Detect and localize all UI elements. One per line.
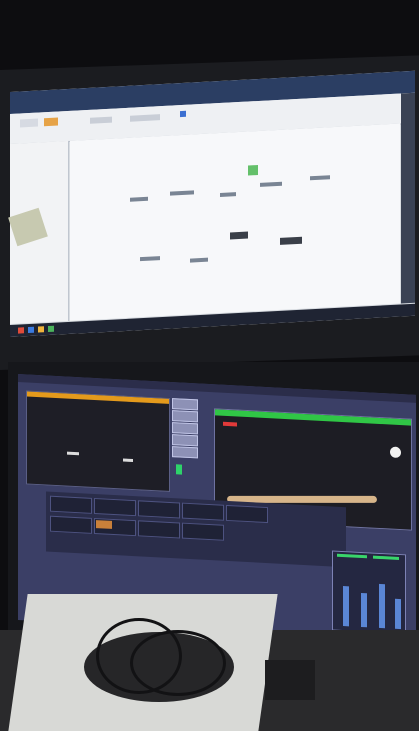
preview-pane bbox=[26, 390, 170, 492]
toolbar-icon bbox=[180, 110, 186, 118]
control-button[interactable] bbox=[172, 410, 198, 423]
program-header bbox=[215, 409, 411, 426]
diagram-node bbox=[190, 257, 208, 263]
control-button[interactable] bbox=[172, 398, 198, 411]
meter-bar bbox=[337, 553, 367, 559]
diagram-icon bbox=[248, 165, 258, 176]
taskbar-app-icon bbox=[38, 326, 44, 333]
clip-slot[interactable] bbox=[182, 522, 224, 541]
preview-header bbox=[27, 391, 169, 404]
live-tag bbox=[223, 421, 237, 427]
control-column bbox=[172, 398, 200, 499]
clip-slot[interactable] bbox=[138, 500, 180, 519]
clip-slot[interactable] bbox=[94, 497, 136, 517]
device-box bbox=[265, 660, 315, 700]
diagram-node-selected bbox=[280, 236, 302, 245]
toolbar-group bbox=[130, 114, 160, 122]
diagram-node-selected bbox=[230, 231, 248, 240]
diagram-node bbox=[220, 192, 236, 197]
diagram-canvas bbox=[70, 123, 400, 321]
upper-monitor-screen bbox=[10, 70, 415, 338]
scroll-strip bbox=[401, 92, 415, 304]
preview-label bbox=[123, 458, 133, 463]
taskbar-app-icon bbox=[28, 326, 34, 334]
start-icon bbox=[18, 327, 24, 334]
toolbar-group bbox=[20, 118, 38, 128]
fader[interactable] bbox=[395, 598, 401, 630]
clip-slot[interactable] bbox=[50, 515, 92, 534]
meter-bar bbox=[373, 555, 399, 560]
mixer-panel bbox=[332, 550, 406, 635]
control-button[interactable] bbox=[172, 434, 198, 447]
clip-slot[interactable] bbox=[50, 495, 92, 514]
diagram-node bbox=[130, 196, 148, 202]
taskbar-app-icon bbox=[48, 325, 54, 333]
diagram-node bbox=[140, 256, 160, 262]
toolbar-group bbox=[90, 116, 112, 124]
cable bbox=[130, 630, 226, 696]
fader[interactable] bbox=[361, 592, 367, 628]
diagram-node bbox=[260, 181, 282, 187]
toolbar-highlight bbox=[44, 117, 58, 127]
control-button[interactable] bbox=[172, 422, 198, 435]
diagram-node bbox=[170, 190, 194, 196]
clip-slot[interactable] bbox=[226, 504, 268, 524]
status-led bbox=[176, 464, 182, 475]
clip-thumbnail bbox=[96, 520, 112, 529]
fader[interactable] bbox=[343, 586, 349, 627]
preview-label bbox=[67, 451, 79, 456]
clip-slot[interactable] bbox=[182, 502, 224, 521]
fader[interactable] bbox=[379, 583, 385, 629]
diagram-node bbox=[310, 175, 330, 181]
control-button[interactable] bbox=[172, 446, 198, 459]
clip-slot[interactable] bbox=[138, 520, 180, 539]
volume-knob-icon[interactable] bbox=[390, 446, 401, 459]
